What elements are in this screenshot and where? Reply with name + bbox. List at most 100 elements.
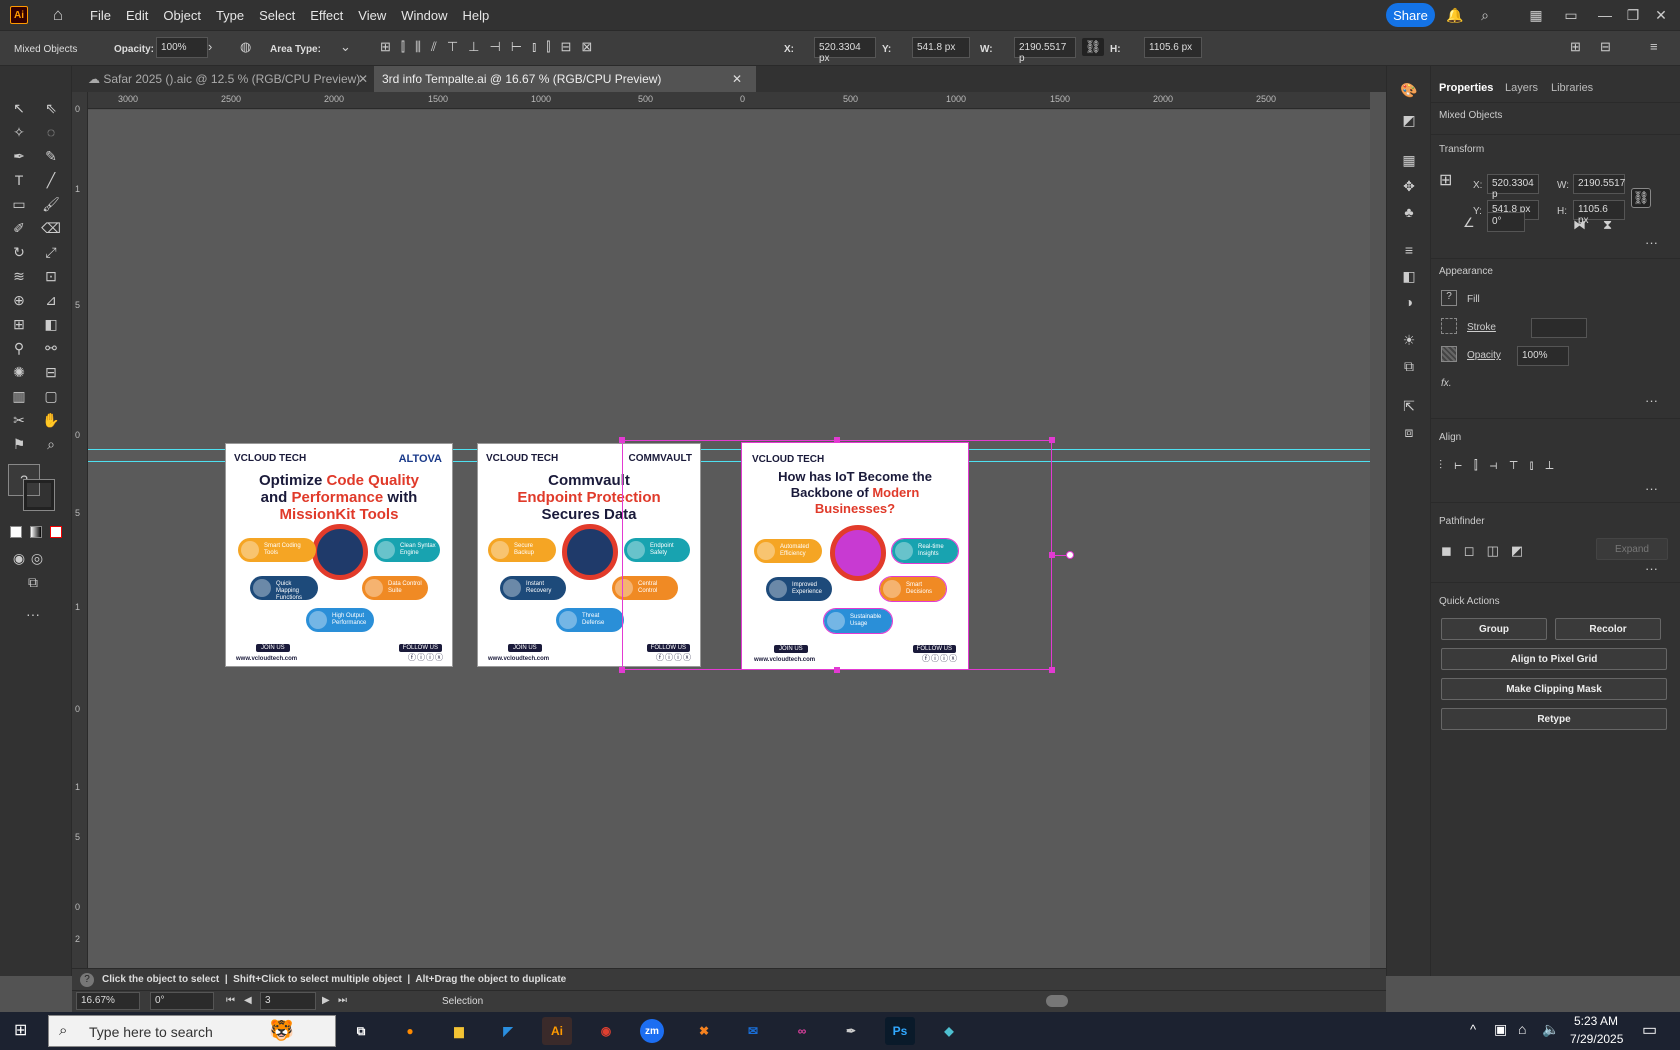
gradient-icon[interactable]: ◧ (40, 314, 62, 334)
color-panel-icon[interactable]: 🎨 (1399, 80, 1419, 100)
last-artboard-icon[interactable]: ⏭ (338, 992, 347, 1010)
menu-icon[interactable]: ≡ (1650, 38, 1658, 56)
home-icon[interactable]: ⌂ (48, 5, 68, 25)
align-to-pixel-grid-button[interactable]: Align to Pixel Grid (1441, 648, 1667, 670)
menu-object[interactable]: Object (163, 8, 201, 23)
close-tab-icon[interactable]: ✕ (732, 72, 742, 86)
recolor-icon[interactable]: ◍ (240, 38, 251, 56)
flip-vertical-icon[interactable]: ⧗ (1603, 216, 1612, 234)
prev-artboard-icon[interactable]: ◀ (244, 992, 252, 1010)
graph-tool-icon[interactable]: ▥ (8, 386, 30, 406)
close-window-icon[interactable]: ✕ (1652, 6, 1670, 24)
menu-select[interactable]: Select (259, 8, 295, 23)
app-icon[interactable]: ◆ (934, 1017, 964, 1045)
menu-file[interactable]: File (90, 8, 111, 23)
artboard-number-select[interactable]: 3 (260, 992, 316, 1010)
tray-chevron-icon[interactable]: ^ (1470, 1022, 1476, 1037)
tab-3rd-info-template[interactable]: 3rd info Tempalte.ai @ 16.67 % (RGB/CPU … (374, 66, 756, 92)
retype-button[interactable]: Retype (1441, 708, 1667, 730)
resize-handle[interactable] (619, 667, 625, 673)
w-field[interactable]: 2190.5517 (1573, 174, 1625, 194)
align-options-icon[interactable]: ⊟ (1600, 38, 1611, 56)
swatches-icon[interactable]: ▦ (1399, 150, 1419, 170)
opacity-label[interactable]: Opacity (1467, 350, 1501, 361)
task-view-icon[interactable]: ⧉ (346, 1017, 376, 1045)
zoom-tool-icon[interactable]: ⌕ (40, 434, 62, 454)
windows-start-icon[interactable]: ⊞ (14, 1022, 32, 1040)
zoom-app-icon[interactable]: zm (640, 1019, 664, 1043)
more-options-icon[interactable]: ··· (1645, 392, 1658, 410)
gradient-mode-icon[interactable] (30, 526, 42, 538)
warp-icon[interactable]: ≋ (8, 266, 30, 286)
lasso-icon[interactable]: ◌ (40, 122, 62, 142)
resize-handle[interactable] (619, 437, 625, 443)
horizontal-scrollbar[interactable] (1046, 995, 1068, 1007)
perspective-icon[interactable]: ⊿ (40, 290, 62, 310)
menu-view[interactable]: View (358, 8, 386, 23)
align-buttons-icon[interactable]: ⫶⊢⫿⊣⊤⫾⊥ (1439, 456, 1565, 474)
hand-tool-icon[interactable]: ✋ (40, 410, 62, 430)
outlook-icon[interactable]: ✉ (738, 1017, 768, 1045)
x-field[interactable]: 520.3304 p (1487, 174, 1539, 200)
stroke-swatch[interactable] (23, 479, 55, 511)
opacity-input[interactable]: 100% (156, 37, 208, 58)
selection-bounding-box[interactable] (622, 440, 1052, 670)
pathfinder-buttons-icon[interactable]: ◼◻◫◩ (1441, 542, 1535, 560)
share-button[interactable]: Share (1386, 3, 1435, 27)
none-mode-icon[interactable] (50, 526, 62, 538)
tab-safar-2025[interactable]: ☁ Safar 2025 ().aic @ 12.5 % (RGB/CPU Pr… (80, 66, 370, 92)
next-artboard-icon[interactable]: ▶ (322, 992, 330, 1010)
fill-swatch[interactable]: ? (1441, 290, 1457, 306)
scale-icon[interactable]: ⤢ (40, 242, 62, 262)
xampp-icon[interactable]: ✖ (689, 1017, 719, 1045)
reference-point-icon[interactable]: ⊞ (1439, 172, 1452, 190)
more-options-icon[interactable]: ··· (1645, 560, 1658, 578)
blend-icon[interactable]: ⚯ (40, 338, 62, 358)
rotate-view-select[interactable]: 0° (150, 992, 214, 1010)
direct-selection-tool-icon[interactable]: ⇖ (40, 98, 62, 118)
shape-builder-icon[interactable]: ⊕ (8, 290, 30, 310)
resize-handle[interactable] (834, 437, 840, 443)
file-explorer-icon[interactable]: ▆ (444, 1017, 474, 1045)
brushes-icon[interactable]: ✥ (1399, 176, 1419, 196)
link-icon[interactable]: ⛓ (1082, 38, 1104, 56)
menu-type[interactable]: Type (216, 8, 244, 23)
free-transform-icon[interactable]: ⊡ (40, 266, 62, 286)
h-input[interactable]: 1105.6 px (1144, 37, 1202, 58)
menu-window[interactable]: Window (401, 8, 447, 23)
magic-wand-icon[interactable]: ✧ (8, 122, 30, 142)
menu-help[interactable]: Help (462, 8, 489, 23)
chevron-right-icon[interactable]: › (208, 38, 212, 56)
stroke-panel-icon[interactable]: ≡ (1399, 240, 1419, 260)
pen-app-icon[interactable]: ✒ (836, 1017, 866, 1045)
mesh-icon[interactable]: ⊞ (8, 314, 30, 334)
first-artboard-icon[interactable]: ⏮ (226, 992, 235, 1010)
menu-edit[interactable]: Edit (126, 8, 148, 23)
selection-tool-icon[interactable]: ↖ (8, 98, 30, 118)
creative-cloud-icon[interactable]: ∞ (787, 1017, 817, 1045)
line-tool-icon[interactable]: ╱ (40, 170, 62, 190)
illustrator-taskbar-icon[interactable]: Ai (542, 1017, 572, 1045)
opacity-field[interactable]: 100% (1517, 346, 1569, 366)
more-tools-icon[interactable]: ··· (22, 604, 44, 624)
eyedropper-icon[interactable]: ⚲ (8, 338, 30, 358)
notifications-icon[interactable]: ▭ (1642, 1020, 1657, 1040)
chevron-down-icon[interactable]: ⌄ (340, 38, 351, 56)
stroke-weight-field[interactable] (1531, 318, 1587, 338)
canvas[interactable]: VCLOUD TECH ALTOVA Optimize Code Quality… (88, 110, 1370, 968)
flip-horizontal-icon[interactable]: ⧓ (1573, 216, 1586, 234)
firefox-icon[interactable]: ● (395, 1017, 425, 1045)
photoshop-icon[interactable]: Ps (885, 1017, 915, 1045)
recolor-button[interactable]: Recolor (1555, 618, 1661, 640)
knife-icon[interactable]: ✂ (8, 410, 30, 430)
color-mode-icon[interactable] (10, 526, 22, 538)
help-icon[interactable]: ? (80, 973, 94, 987)
tray-icon[interactable]: ▣ (1494, 1021, 1507, 1038)
constrain-proportions-icon[interactable]: ⛓ (1631, 188, 1651, 208)
symbol-sprayer-icon[interactable]: ✺ (8, 362, 30, 382)
make-clipping-mask-button[interactable]: Make Clipping Mask (1441, 678, 1667, 700)
align-buttons-icon[interactable]: ⊞⫿⫼⫽⊤⊥⊣⊢⫾⫿⊟⊠ (380, 38, 680, 56)
y-input[interactable]: 541.8 px (912, 37, 970, 58)
volume-icon[interactable]: 🔈 (1542, 1021, 1559, 1038)
x-input[interactable]: 520.3304 px (814, 37, 876, 64)
